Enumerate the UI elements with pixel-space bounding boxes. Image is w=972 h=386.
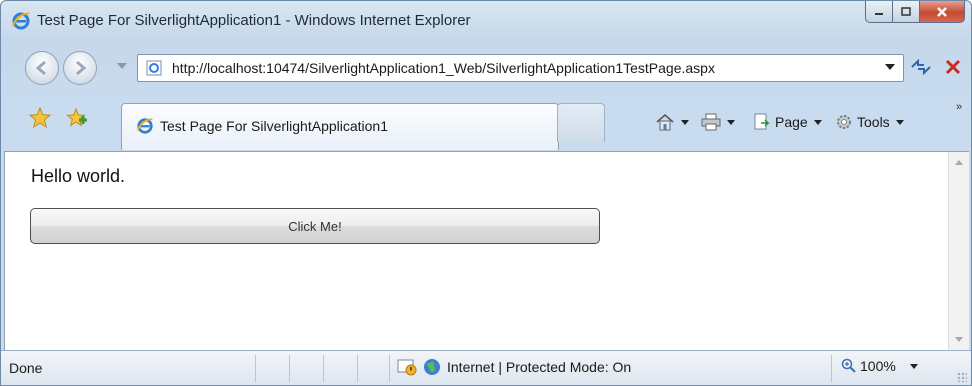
back-button[interactable] (25, 51, 59, 85)
page-menu[interactable]: Page (753, 113, 822, 131)
page-icon (146, 60, 162, 76)
address-dropdown-icon[interactable] (885, 64, 895, 70)
status-divider (323, 355, 324, 382)
tools-menu-label: Tools (857, 114, 890, 130)
status-divider (357, 355, 358, 382)
chevron-down-icon (681, 119, 689, 125)
status-divider (289, 355, 290, 382)
page-content: Hello world. Click Me! (4, 151, 969, 350)
forward-arrow-icon (76, 60, 87, 76)
favorites-star-icon[interactable] (29, 107, 51, 129)
tab-label: Test Page For SilverlightApplication1 (160, 118, 389, 134)
address-row: http://localhost:10474/SilverlightApplic… (1, 41, 971, 93)
chevron-down-icon[interactable] (909, 363, 918, 369)
zoom-control[interactable]: 100% (841, 358, 918, 374)
chevron-down-icon (727, 119, 735, 125)
browser-window: Test Page For SilverlightApplication1 - … (0, 0, 972, 386)
window-title: Test Page For SilverlightApplication1 - … (37, 12, 471, 29)
home-button[interactable] (655, 113, 689, 131)
caption-buttons (865, 1, 965, 23)
vertical-scrollbar[interactable] (948, 152, 969, 350)
close-icon (937, 6, 947, 17)
resize-grip-icon[interactable] (957, 372, 967, 382)
refresh-icon[interactable] (909, 56, 933, 78)
address-url: http://localhost:10474/SilverlightApplic… (172, 60, 715, 76)
back-arrow-icon (35, 60, 46, 76)
printer-icon (701, 113, 721, 131)
close-button[interactable] (920, 1, 965, 23)
address-field[interactable]: http://localhost:10474/SilverlightApplic… (137, 54, 904, 82)
gear-icon (837, 115, 851, 129)
page-menu-icon (754, 113, 770, 130)
zone-label: Internet | Protected Mode: On (447, 359, 632, 375)
new-tab-button[interactable] (557, 103, 605, 142)
maximize-icon (901, 6, 911, 16)
security-zone[interactable]: Internet | Protected Mode: On (397, 358, 631, 376)
status-divider (831, 355, 832, 382)
protected-mode-icon (397, 359, 417, 376)
title-bar: Test Page For SilverlightApplication1 - … (1, 1, 971, 41)
status-divider (389, 355, 390, 382)
recent-pages-dropdown-icon[interactable] (117, 63, 127, 69)
minimize-button[interactable] (865, 1, 893, 23)
minimize-icon (875, 12, 883, 15)
home-icon (656, 114, 674, 131)
status-divider (255, 355, 256, 382)
add-to-favorites-icon[interactable] (65, 107, 87, 129)
zoom-level: 100% (860, 358, 896, 374)
internet-explorer-icon (136, 118, 153, 134)
chevron-down-icon (813, 119, 822, 125)
tab-test-page[interactable]: Test Page For SilverlightApplication1 (121, 103, 559, 150)
page-menu-label: Page (775, 114, 808, 130)
stop-icon[interactable] (941, 56, 965, 78)
forward-button[interactable] (63, 51, 97, 85)
zoom-icon (841, 358, 856, 373)
maximize-button[interactable] (893, 1, 920, 23)
click-me-button[interactable]: Click Me! (30, 208, 600, 244)
internet-explorer-icon (12, 12, 30, 30)
scroll-up-icon[interactable] (955, 160, 963, 165)
status-bar: Done Internet | Protected Mode: On 100% (1, 350, 971, 385)
tools-menu[interactable]: Tools (835, 113, 904, 131)
print-button[interactable] (701, 113, 735, 131)
scroll-down-icon[interactable] (955, 337, 963, 342)
chevron-down-icon (895, 119, 904, 125)
status-text: Done (9, 360, 43, 376)
more-commands-chevron-icon[interactable]: » (956, 101, 962, 113)
globe-icon (424, 359, 440, 375)
tab-command-row: Test Page For SilverlightApplication1 Pa… (1, 93, 971, 151)
hello-text: Hello world. (31, 166, 126, 186)
